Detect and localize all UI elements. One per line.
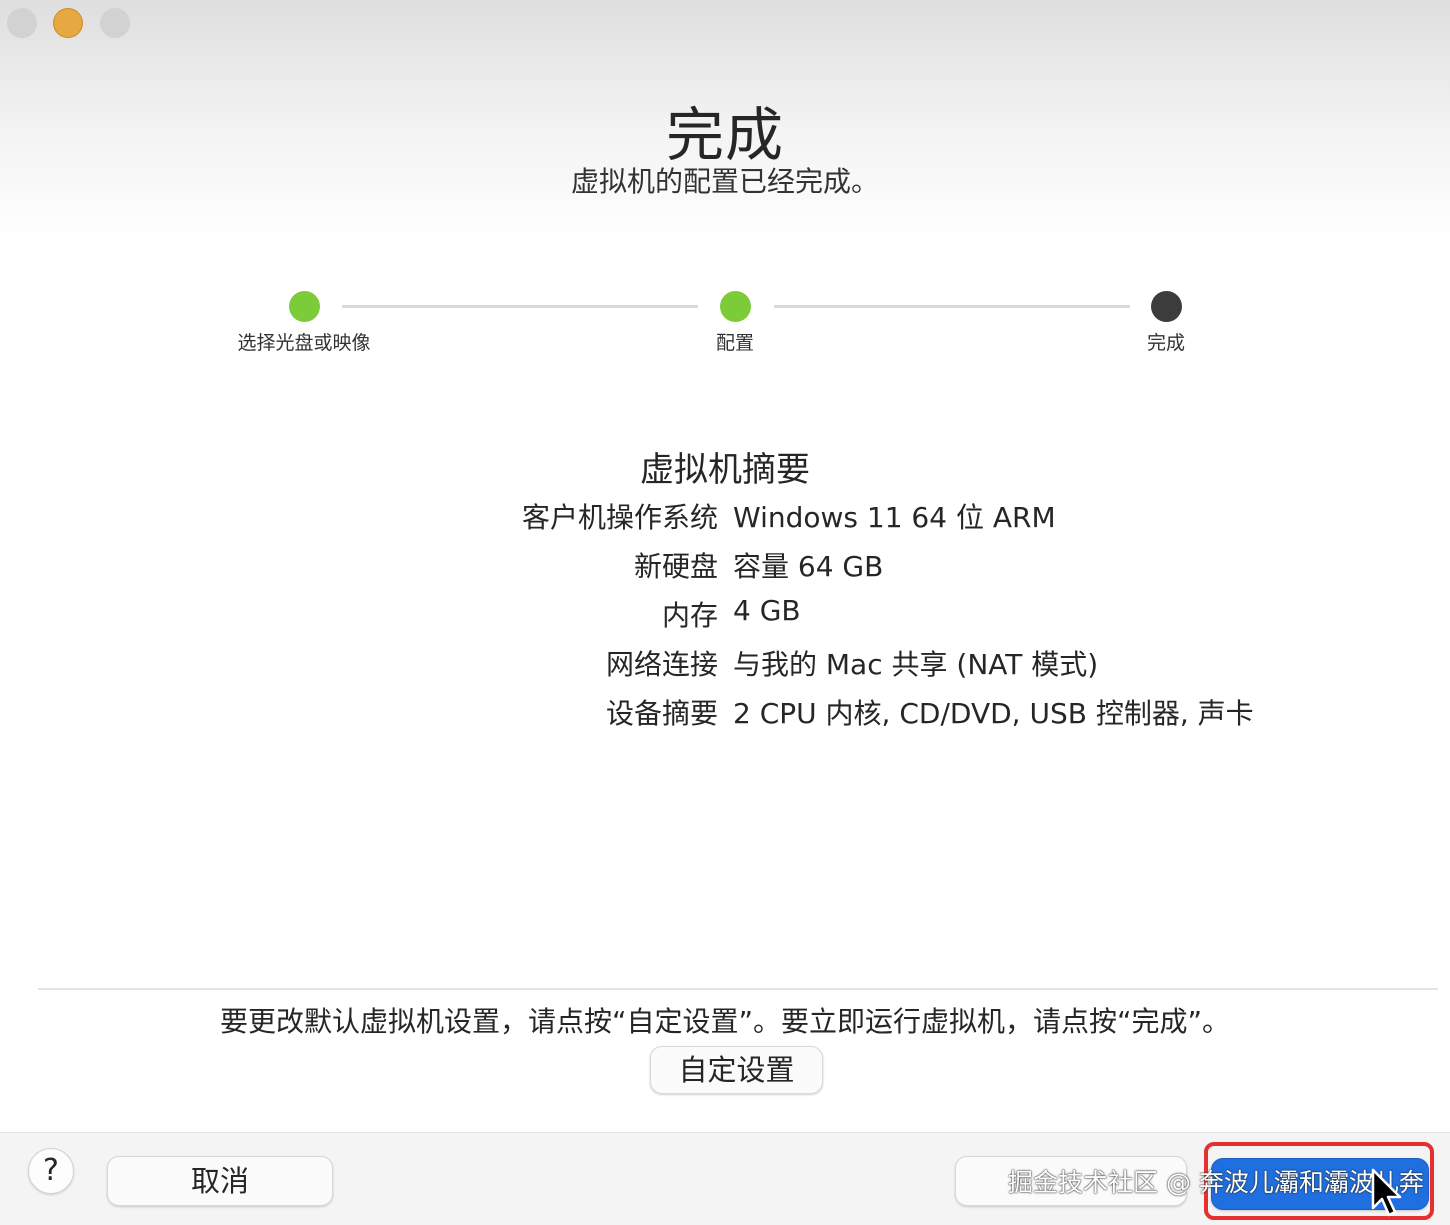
summary-title: 虚拟机摘要	[640, 450, 810, 490]
step-indicator-finish	[1151, 291, 1182, 322]
summary-value: Windows 11 64 位 ARM	[733, 501, 1056, 534]
step-indicator-configure	[720, 291, 751, 322]
cancel-button[interactable]: 取消	[107, 1156, 333, 1206]
summary-value: 4 GB	[733, 594, 801, 627]
summary-row-disk: 新硬盘 容量 64 GB	[0, 545, 1450, 591]
summary-key: 设备摘要	[605, 697, 718, 730]
summary-row-devices: 设备摘要 2 CPU 内核, CD/DVD, USB 控制器, 声卡	[0, 692, 1450, 738]
mouse-pointer-icon	[1371, 1168, 1402, 1217]
summary-row-network: 网络连接 与我的 Mac 共享 (NAT 模式)	[0, 643, 1450, 689]
summary-value: 2 CPU 内核, CD/DVD, USB 控制器, 声卡	[733, 697, 1254, 730]
step-connector	[342, 305, 698, 308]
zoom-window-button[interactable]	[100, 8, 130, 38]
summary-value: 容量 64 GB	[733, 550, 884, 583]
vm-assistant-window: 完成 虚拟机的配置已经完成。 选择光盘或映像 配置 完成 虚拟机摘要 客户机操作…	[0, 0, 1450, 1225]
close-window-button[interactable]	[7, 8, 37, 38]
summary-key: 内存	[661, 599, 718, 632]
page-subtitle: 虚拟机的配置已经完成。	[570, 165, 879, 198]
summary-row-memory: 内存 4 GB	[0, 594, 1450, 640]
customize-settings-button[interactable]: 自定设置	[650, 1046, 823, 1094]
divider	[38, 988, 1438, 990]
step-label-configure: 配置	[715, 332, 754, 354]
step-label-select-disc: 选择光盘或映像	[237, 332, 371, 354]
help-button[interactable]: ?	[28, 1148, 74, 1194]
summary-value: 与我的 Mac 共享 (NAT 模式)	[733, 648, 1099, 681]
instruction-text: 要更改默认虚拟机设置，请点按“自定设置”。要立即运行虚拟机，请点按“完成”。	[219, 1005, 1231, 1038]
step-label-finish: 完成	[1146, 332, 1185, 354]
step-connector	[774, 305, 1130, 308]
summary-key: 新硬盘	[633, 550, 718, 583]
summary-row-guest-os: 客户机操作系统 Windows 11 64 位 ARM	[0, 496, 1450, 542]
summary-key: 网络连接	[605, 648, 718, 681]
watermark: 掘金技术社区 @ 奔波儿灞和灞波儿奔	[1008, 1168, 1424, 1197]
summary-key: 客户机操作系统	[521, 501, 718, 534]
minimize-window-button[interactable]	[53, 8, 83, 38]
step-indicator-select-disc	[289, 291, 320, 322]
